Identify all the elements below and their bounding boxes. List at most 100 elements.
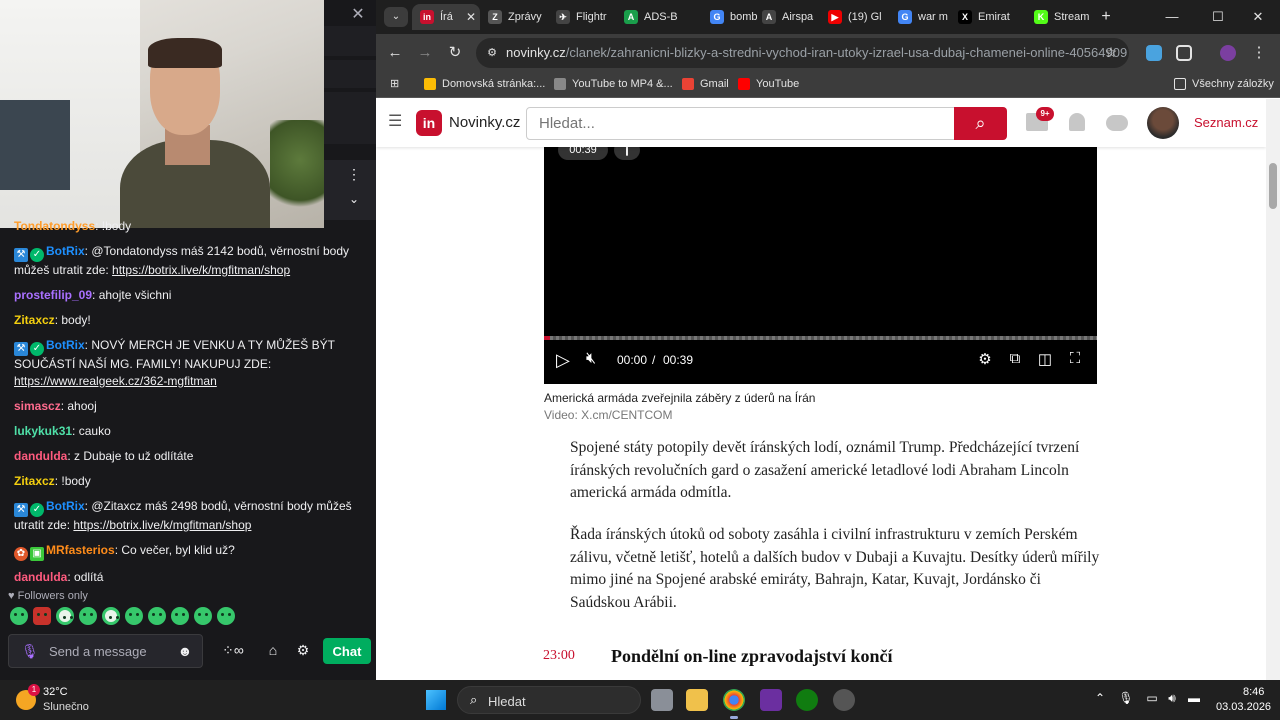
browser-tab[interactable]: A ADS-B bbox=[616, 4, 684, 30]
video-progress-bar[interactable] bbox=[544, 336, 1097, 340]
emote-icon[interactable] bbox=[56, 607, 74, 625]
browser-tab[interactable]: in Írá ✕ bbox=[412, 4, 480, 30]
xbox-icon[interactable] bbox=[796, 689, 818, 711]
chat-username[interactable]: Zitaxcz bbox=[14, 313, 55, 327]
emote-icon[interactable] bbox=[148, 607, 166, 625]
chat-username[interactable]: BotRix bbox=[46, 338, 85, 352]
reload-icon[interactable]: ↻ bbox=[444, 43, 466, 63]
windows-start-icon[interactable] bbox=[426, 690, 446, 710]
bookmark-item[interactable]: YouTube to MP4 &... bbox=[554, 76, 673, 92]
mute-icon[interactable]: 🔇︎ bbox=[586, 350, 608, 372]
cast-icon[interactable]: ⧉ bbox=[1004, 350, 1026, 372]
browser-menu-icon[interactable]: ⋮ bbox=[1248, 43, 1270, 63]
fullscreen-icon[interactable]: ⛶ bbox=[1064, 350, 1086, 372]
volume-icon[interactable]: 🔊︎ bbox=[1164, 691, 1180, 707]
hamburger-menu-icon[interactable]: ☰ bbox=[388, 114, 404, 130]
gear-icon[interactable]: ⚙ bbox=[294, 642, 312, 660]
chrome-icon[interactable] bbox=[723, 689, 745, 711]
chat-send-button[interactable]: Chat bbox=[323, 638, 371, 664]
channel-points-icon[interactable]: ⁘∞ bbox=[214, 642, 252, 660]
browser-tab[interactable]: Z Zprávy bbox=[480, 4, 548, 30]
emote-icon[interactable] bbox=[171, 607, 189, 625]
maximize-icon[interactable]: ☐ bbox=[1204, 7, 1232, 27]
close-window-icon[interactable]: ✕ bbox=[1244, 7, 1272, 27]
chat-link[interactable]: https://www.realgeek.cz/362-mgfitman bbox=[14, 374, 217, 388]
novinky-logo-icon[interactable]: in bbox=[416, 110, 442, 136]
app-icon[interactable] bbox=[760, 689, 782, 711]
chat-link[interactable]: https://botrix.live/k/mgfitman/shop bbox=[73, 518, 251, 532]
network-icon[interactable]: ▭ bbox=[1144, 691, 1160, 707]
weather-description[interactable]: Slunečno bbox=[43, 701, 89, 713]
new-tab-button[interactable]: + bbox=[1096, 7, 1116, 27]
weather-temperature[interactable]: 32°C bbox=[43, 686, 68, 698]
emote-icon[interactable] bbox=[125, 607, 143, 625]
chat-username[interactable]: prostefilip_09 bbox=[14, 288, 92, 302]
site-logo-text[interactable]: Novinky.cz bbox=[449, 114, 520, 131]
search-icon[interactable]: ⌕ bbox=[954, 107, 1007, 140]
emote-icon[interactable] bbox=[217, 607, 235, 625]
task-view-icon[interactable] bbox=[651, 689, 673, 711]
play-icon[interactable]: ▷ bbox=[556, 350, 576, 372]
bookmark-item[interactable]: Gmail bbox=[682, 76, 729, 92]
scrollbar-thumb[interactable] bbox=[1269, 163, 1277, 209]
chat-username[interactable]: dandulda bbox=[14, 449, 67, 463]
address-bar[interactable]: ⚙ novinky.cz/clanek/zahranicni-blizky-a-… bbox=[476, 38, 1129, 68]
browser-tab[interactable]: X Emirat bbox=[950, 4, 1018, 30]
battery-icon[interactable]: ▬ bbox=[1186, 691, 1202, 707]
chat-username[interactable]: MRfasterios bbox=[46, 543, 115, 557]
forward-icon[interactable]: → bbox=[414, 43, 436, 63]
profile-avatar-icon[interactable] bbox=[1220, 45, 1236, 61]
tab-search-icon[interactable]: ⌄ bbox=[384, 7, 408, 27]
chat-username[interactable]: lukykuk31 bbox=[14, 424, 72, 438]
chat-username[interactable]: BotRix bbox=[46, 499, 85, 513]
bookmark-star-icon[interactable]: ☆ bbox=[1102, 44, 1120, 62]
store-icon[interactable]: ⌂ bbox=[264, 642, 282, 660]
more-options-icon[interactable]: ⋮ bbox=[340, 166, 368, 186]
avatar[interactable] bbox=[1147, 107, 1179, 139]
browser-tab[interactable]: K Stream bbox=[1026, 4, 1094, 30]
chat-bubble-icon[interactable] bbox=[1106, 115, 1128, 131]
seznam-link[interactable]: Seznam.cz bbox=[1194, 115, 1258, 130]
microphone-icon[interactable]: 🎙 bbox=[1118, 691, 1134, 707]
page-scrollbar[interactable] bbox=[1266, 99, 1280, 680]
app-icon[interactable] bbox=[833, 689, 855, 711]
chat-username[interactable]: simascz bbox=[14, 399, 61, 413]
chat-message-input[interactable]: 🎙 Send a message ☻ bbox=[8, 634, 203, 668]
emote-bar[interactable] bbox=[10, 607, 235, 629]
emoji-icon[interactable]: ☻ bbox=[177, 643, 193, 659]
browser-tab[interactable]: ▶ (19) Gl bbox=[820, 4, 888, 30]
tab-close-icon[interactable]: ✕ bbox=[466, 4, 476, 30]
chat-username[interactable]: BotRix bbox=[46, 244, 85, 258]
chevron-up-icon[interactable]: ⌃ bbox=[1092, 691, 1108, 707]
browser-tab[interactable]: A Airspa bbox=[754, 4, 822, 30]
emote-icon[interactable] bbox=[79, 607, 97, 625]
chat-username[interactable]: dandulda bbox=[14, 570, 67, 584]
apps-grid-icon[interactable]: ⊞ bbox=[390, 76, 399, 92]
site-search-input[interactable] bbox=[526, 107, 955, 140]
close-icon[interactable]: ✕ bbox=[346, 4, 370, 24]
emote-icon[interactable] bbox=[33, 607, 51, 625]
clock-time[interactable]: 8:46 bbox=[1243, 686, 1264, 698]
chat-username[interactable]: Zitaxcz bbox=[14, 474, 55, 488]
chat-link[interactable]: https://botrix.live/k/mgfitman/shop bbox=[112, 263, 290, 277]
emote-icon[interactable] bbox=[102, 607, 120, 625]
bookmark-item[interactable]: Domovská stránka:... bbox=[424, 76, 545, 92]
microphone-icon[interactable]: 🎙 bbox=[21, 643, 39, 661]
bell-icon[interactable] bbox=[1069, 113, 1085, 131]
minimize-icon[interactable]: — bbox=[1158, 7, 1186, 27]
emote-icon[interactable] bbox=[194, 607, 212, 625]
bookmark-item[interactable]: YouTube bbox=[738, 76, 799, 92]
site-info-icon[interactable]: ⚙ bbox=[484, 45, 500, 61]
emote-icon[interactable] bbox=[10, 607, 28, 625]
browser-tab[interactable]: Gwar m bbox=[890, 4, 958, 30]
video-player[interactable]: 00:39 ❙ ▷ 🔇︎ 00:00 / 00:39 ⚙ ⧉ ◫ ⛶ bbox=[544, 140, 1097, 384]
picture-in-picture-icon[interactable]: ◫ bbox=[1034, 350, 1056, 372]
clock-date[interactable]: 03.03.2026 bbox=[1216, 701, 1271, 713]
back-icon[interactable]: ← bbox=[384, 43, 406, 63]
extensions-puzzle-icon[interactable] bbox=[1176, 45, 1192, 61]
gear-icon[interactable]: ⚙ bbox=[974, 350, 996, 372]
file-explorer-icon[interactable] bbox=[686, 689, 708, 711]
all-bookmarks[interactable]: Všechny záložky bbox=[1174, 76, 1274, 92]
browser-tab[interactable]: ✈ Flightr bbox=[548, 4, 616, 30]
extension-icon[interactable] bbox=[1146, 45, 1162, 61]
